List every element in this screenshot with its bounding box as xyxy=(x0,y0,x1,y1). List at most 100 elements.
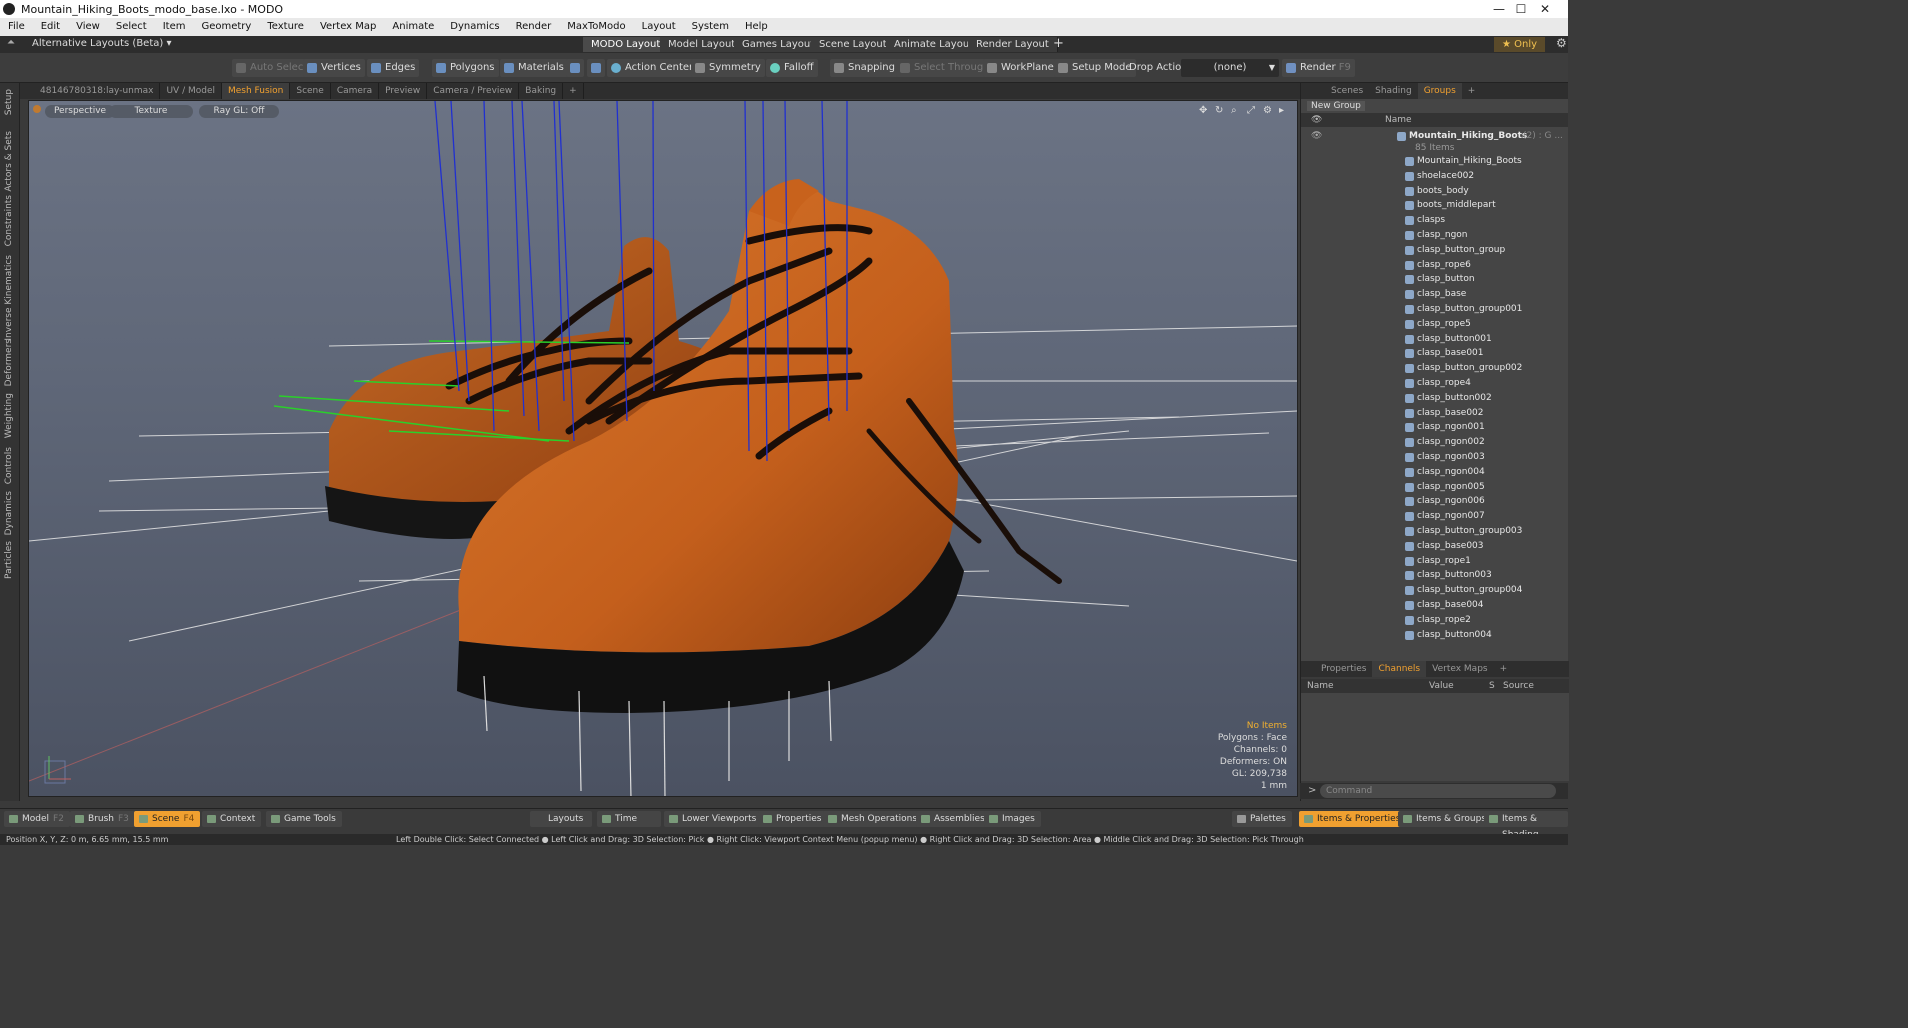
snapping-button[interactable]: Snapping xyxy=(830,59,899,77)
vertices-button[interactable]: Vertices xyxy=(303,59,365,77)
mesh-operations-button[interactable]: Mesh Operations xyxy=(823,811,924,827)
tab-model-layout[interactable]: Model Layout xyxy=(660,37,745,52)
view-mode-dropdown[interactable]: Perspective xyxy=(45,105,115,118)
model-mode-button[interactable]: Model F2 xyxy=(4,811,70,827)
tab-scenes[interactable]: Scenes xyxy=(1325,83,1369,99)
tree-item[interactable]: clasp_base003 xyxy=(1301,539,1561,554)
items-groups-button[interactable]: Items & Groups xyxy=(1398,811,1493,827)
side-tab-setup[interactable]: Setup xyxy=(4,89,14,115)
menu-vertex-map[interactable]: Vertex Map xyxy=(312,18,384,36)
close-button[interactable]: ✕ xyxy=(1522,0,1568,18)
palettes-button[interactable]: Palettes xyxy=(1232,811,1292,827)
properties-button[interactable]: Properties xyxy=(758,811,828,827)
tree-item[interactable]: clasp_button_group004 xyxy=(1301,583,1561,598)
alt-layouts-dropdown[interactable]: Alternative Layouts (Beta) ▾ xyxy=(32,38,172,49)
tree-item[interactable]: clasp_rope5 xyxy=(1301,317,1561,332)
menu-animate[interactable]: Animate xyxy=(384,18,442,36)
zoom-view-icon[interactable]: ⌕ xyxy=(1231,105,1237,116)
select-mode-b-button[interactable] xyxy=(587,59,605,77)
tree-item[interactable]: clasp_ngon xyxy=(1301,228,1561,243)
tab-mesh-fusion[interactable]: Mesh Fusion xyxy=(222,83,291,99)
only-toggle[interactable]: ★ Only xyxy=(1494,37,1546,52)
command-input[interactable]: Command xyxy=(1320,784,1556,798)
new-group-button[interactable]: New Group xyxy=(1307,101,1365,111)
viewport-expand-icon[interactable]: ▸ xyxy=(1279,105,1284,116)
setup-mode-button[interactable]: Setup Mode xyxy=(1054,59,1136,77)
tree-item[interactable]: Mountain_Hiking_Boots xyxy=(1301,154,1561,169)
tab-camera-preview[interactable]: Camera / Preview xyxy=(427,83,520,99)
channel-value-header[interactable]: Value xyxy=(1429,679,1454,693)
images-button[interactable]: Images xyxy=(984,811,1041,827)
side-tab-weighting[interactable]: Weighting xyxy=(4,393,14,438)
items-shading-button[interactable]: Items & Shading xyxy=(1484,811,1568,840)
tab-games-layout[interactable]: Games Layout xyxy=(734,37,824,52)
polygons-button[interactable]: Polygons xyxy=(432,59,499,77)
groups-tree[interactable]: 👁 Mountain_Hiking_Boots (2) : G ... 85 I… xyxy=(1301,127,1568,663)
tree-item[interactable]: clasp_button_group001 xyxy=(1301,302,1561,317)
fit-view-icon[interactable]: ⤢ xyxy=(1247,105,1255,116)
name-column-header[interactable]: Name xyxy=(1385,113,1412,127)
menu-dynamics[interactable]: Dynamics xyxy=(442,18,507,36)
scene-mode-button[interactable]: Scene F4 xyxy=(134,811,201,827)
tree-item[interactable]: clasps xyxy=(1301,213,1561,228)
channels-list[interactable] xyxy=(1301,693,1569,781)
tree-item[interactable]: clasp_button002 xyxy=(1301,391,1561,406)
menu-texture[interactable]: Texture xyxy=(259,18,312,36)
tab-properties[interactable]: Properties xyxy=(1315,661,1372,677)
time-button[interactable]: Time xyxy=(597,811,661,827)
tree-item[interactable]: clasp_button001 xyxy=(1301,332,1561,347)
edges-button[interactable]: Edges xyxy=(367,59,420,77)
tree-item[interactable]: clasp_base004 xyxy=(1301,598,1561,613)
tree-item[interactable]: clasp_base xyxy=(1301,287,1561,302)
tree-item[interactable]: boots_middlepart xyxy=(1301,198,1561,213)
menu-edit[interactable]: Edit xyxy=(33,18,68,36)
assemblies-button[interactable]: Assemblies xyxy=(916,811,991,827)
menu-view[interactable]: View xyxy=(68,18,108,36)
rotate-view-icon[interactable]: ↻ xyxy=(1215,105,1223,116)
tree-item[interactable]: clasp_button_group002 xyxy=(1301,361,1561,376)
tree-item[interactable]: clasp_base002 xyxy=(1301,406,1561,421)
context-button[interactable]: Context xyxy=(202,811,262,827)
menu-system[interactable]: System xyxy=(684,18,737,36)
side-tab-inverse-kinematics[interactable]: Inverse Kinematics xyxy=(4,255,14,341)
layout-arrow-icon[interactable]: ⏶ xyxy=(7,37,15,48)
tree-item[interactable]: clasp_rope2 xyxy=(1301,613,1561,628)
tree-item[interactable]: shoelace002 xyxy=(1301,169,1561,184)
tab-lay-unmax[interactable]: 48146780318:lay-unmax xyxy=(20,83,161,99)
tab-groups[interactable]: Groups xyxy=(1417,83,1462,99)
tab-uv-model[interactable]: UV / Model xyxy=(160,83,222,99)
tab-scene[interactable]: Scene xyxy=(290,83,331,99)
channel-source-header[interactable]: Source xyxy=(1503,679,1534,693)
menu-layout[interactable]: Layout xyxy=(634,18,684,36)
tab-camera[interactable]: Camera xyxy=(331,83,380,99)
tree-item[interactable]: clasp_ngon005 xyxy=(1301,480,1561,495)
tab-shading[interactable]: Shading xyxy=(1369,83,1418,99)
shading-mode-dropdown[interactable]: Texture xyxy=(109,105,193,118)
falloff-button[interactable]: Falloff xyxy=(766,59,818,77)
brush-mode-button[interactable]: Brush F3 xyxy=(70,811,135,827)
3d-viewport[interactable]: Perspective Texture Ray GL: Off ✥ ↻ ⌕ ⤢ … xyxy=(28,100,1298,797)
channel-name-header[interactable]: Name xyxy=(1307,679,1334,693)
tree-item[interactable]: clasp_ngon003 xyxy=(1301,450,1561,465)
add-viewport-tab-button[interactable]: + xyxy=(563,83,584,99)
tree-item[interactable]: clasp_ngon007 xyxy=(1301,509,1561,524)
menu-maxtomodo[interactable]: MaxToModo xyxy=(559,18,633,36)
layouts-button[interactable]: Layouts xyxy=(530,811,592,827)
menu-select[interactable]: Select xyxy=(108,18,155,36)
tree-item[interactable]: clasp_button_group xyxy=(1301,243,1561,258)
menu-item[interactable]: Item xyxy=(155,18,194,36)
tab-scene-layout[interactable]: Scene Layout xyxy=(811,37,896,52)
symmetry-button[interactable]: Symmetry xyxy=(691,59,765,77)
tree-item[interactable]: boots_body xyxy=(1301,184,1561,199)
tree-item[interactable]: clasp_base001 xyxy=(1301,346,1561,361)
side-tab-deformers[interactable]: Deformers xyxy=(4,339,14,386)
lower-viewports-button[interactable]: Lower Viewports xyxy=(664,811,763,827)
menu-help[interactable]: Help xyxy=(737,18,776,36)
tree-item[interactable]: clasp_ngon006 xyxy=(1301,494,1561,509)
tab-baking[interactable]: Baking xyxy=(519,83,564,99)
tree-item[interactable]: clasp_rope4 xyxy=(1301,376,1561,391)
tab-modo-layout[interactable]: MODO Layout xyxy=(583,37,670,52)
tree-item[interactable]: clasp_ngon004 xyxy=(1301,465,1561,480)
add-panel-tab-button[interactable]: + xyxy=(1462,83,1482,99)
tree-item[interactable]: clasp_rope6 xyxy=(1301,258,1561,273)
